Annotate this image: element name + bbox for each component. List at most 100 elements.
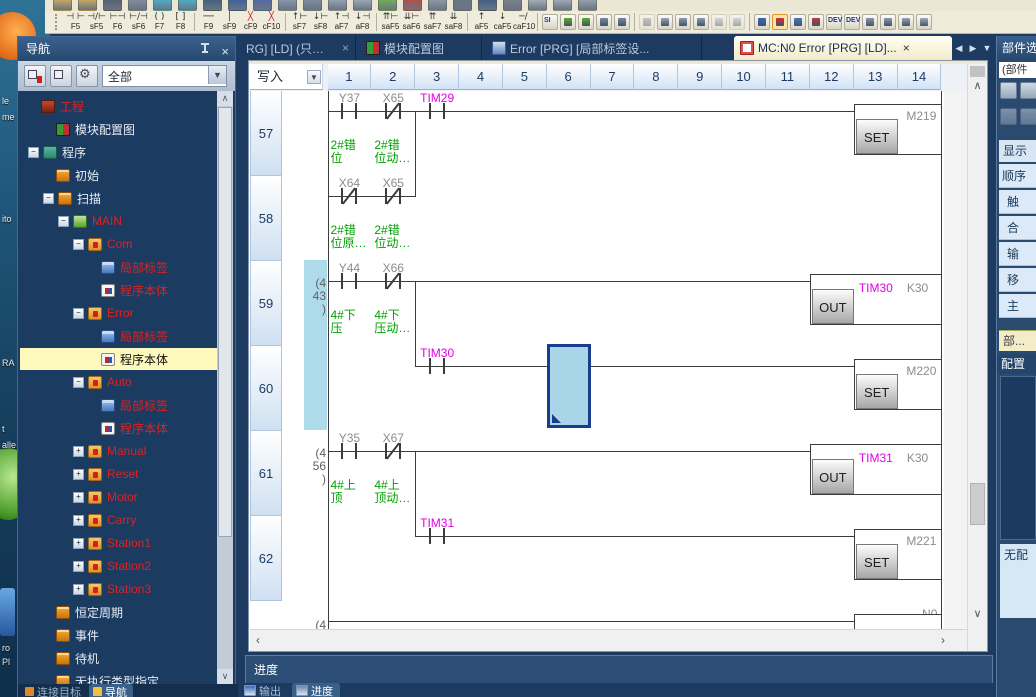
ladder-key-aF8[interactable]: ↓⊣aF8	[352, 11, 373, 33]
find-part-icon[interactable]	[1000, 82, 1017, 99]
edit-coil-icon[interactable]	[578, 14, 594, 30]
tree-item-待机[interactable]: 待机	[20, 647, 218, 669]
instruction-block-SET-M221[interactable]: SETM221	[854, 529, 943, 580]
tree-item-程序本体[interactable]: 程序本体	[20, 417, 218, 439]
window-cascade-icon[interactable]	[528, 0, 547, 11]
ladder-vertical-scrollbar[interactable]: ∧ ∨	[967, 64, 987, 651]
tree-item-工程[interactable]: 工程	[20, 95, 218, 117]
tree-item-事件[interactable]: 事件	[20, 624, 218, 646]
tree-item-Reset[interactable]: +Reset	[20, 463, 218, 485]
device-comment-icon[interactable]	[278, 0, 297, 11]
row-header-57[interactable]: 57	[250, 91, 282, 176]
collapse-icon[interactable]: −	[28, 147, 39, 158]
ladder-key-F9[interactable]: ──F9	[198, 11, 219, 33]
instruction-block-OUT-TIM31[interactable]: OUTTIM31K30	[810, 444, 943, 495]
toolbar-drag-handle[interactable]	[55, 14, 61, 30]
ladder-key-caF5[interactable]: ↓caF5	[492, 11, 513, 33]
ghost-icon[interactable]	[428, 0, 447, 11]
insert-row-icon[interactable]	[711, 14, 727, 30]
row-header-61[interactable]: 61	[250, 431, 282, 516]
column-header-3[interactable]: 3	[415, 64, 459, 90]
paste-icon[interactable]	[203, 0, 222, 11]
gear-icon[interactable]: ⚙	[76, 65, 98, 87]
tree-item-Manual[interactable]: +Manual	[20, 440, 218, 462]
ladder-key-F5[interactable]: ⊣ ⊢F5	[65, 11, 86, 33]
ladder-key-aF5[interactable]: ↑aF5	[471, 11, 492, 33]
open-project-icon[interactable]	[78, 0, 97, 11]
row-header-60[interactable]: 60	[250, 346, 282, 431]
part-category-顺序[interactable]: 顺序	[999, 164, 1036, 188]
edit-contact-icon[interactable]	[560, 14, 576, 30]
device-display-off-icon[interactable]: DEV	[844, 14, 860, 30]
tab-error-label[interactable]: Error [PRG] [局部标签设...	[486, 36, 702, 60]
column-header-7[interactable]: 7	[591, 64, 635, 90]
column-header-14[interactable]: 14	[898, 64, 942, 90]
favorite-star-icon[interactable]	[1000, 108, 1017, 125]
ladder-key-sF9[interactable]: │sF9	[219, 11, 240, 33]
expand-icon[interactable]: +	[73, 538, 84, 549]
part-category-触[interactable]: 触	[999, 190, 1036, 214]
close-icon[interactable]: ×	[342, 41, 349, 55]
close-icon[interactable]: ×	[903, 41, 910, 55]
row-header-62[interactable]: 62	[250, 516, 282, 601]
find-binocular-icon[interactable]	[478, 0, 497, 11]
tree-item-Auto[interactable]: −Auto	[20, 371, 218, 393]
column-header-11[interactable]: 11	[766, 64, 810, 90]
tree-item-恒定周期[interactable]: 恒定周期	[20, 601, 218, 623]
tree-item-局部标签[interactable]: 局部标签	[20, 394, 218, 416]
dropdown-arrow-icon[interactable]	[503, 0, 522, 11]
gear-icon[interactable]	[453, 0, 472, 11]
dock-tab-输出[interactable]: 输出	[240, 683, 288, 697]
column-header-4[interactable]: 4	[459, 64, 503, 90]
expand-icon[interactable]: +	[73, 469, 84, 480]
ladder-key-saF8[interactable]: ⇊saF8	[443, 11, 464, 33]
find-icon[interactable]	[675, 14, 691, 30]
vscrollbar-thumb[interactable]	[970, 483, 985, 525]
tab-mc-error[interactable]: MC:N0 Error [PRG] [LD]...×	[734, 36, 952, 60]
tree-item-Station2[interactable]: +Station2	[20, 555, 218, 577]
instruction-block-SET-M220[interactable]: SETM220	[854, 359, 943, 410]
expand-icon[interactable]: +	[73, 492, 84, 503]
device-check-icon[interactable]	[772, 14, 788, 30]
row-header-58[interactable]: 58	[250, 176, 282, 261]
save-project-icon[interactable]	[103, 0, 122, 11]
window-tile-icon[interactable]	[553, 0, 572, 11]
part-category-移[interactable]: 移	[999, 268, 1036, 292]
ladder-key-caF10[interactable]: ─/caF10	[513, 11, 534, 33]
statement-edit-icon[interactable]	[596, 14, 612, 30]
tree-scrollbar-thumb[interactable]	[218, 107, 232, 537]
convert-check-icon[interactable]	[378, 0, 397, 11]
tree-filter-dropdown[interactable]: 全部 ▼	[102, 65, 227, 87]
ladder-key-cF10[interactable]: ╳cF10	[261, 11, 282, 33]
tree-item-Error[interactable]: −Error	[20, 302, 218, 324]
statement-display-icon[interactable]	[880, 14, 896, 30]
cross-reference-icon[interactable]	[754, 14, 770, 30]
tree-item-扫描[interactable]: −扫描	[20, 187, 218, 209]
display-lines-icon[interactable]	[916, 14, 932, 30]
row-header-59[interactable]: 59	[250, 261, 282, 346]
scroll-down-icon[interactable]: ∨	[968, 607, 987, 620]
part-search-input[interactable]: (部件	[999, 62, 1036, 78]
parts-bottom-tab[interactable]: 部...	[999, 330, 1036, 351]
print-icon[interactable]	[128, 0, 147, 11]
ladder-key-F8[interactable]: [ ]F8	[170, 11, 191, 33]
tree-item-无执行类型指定[interactable]: 无执行类型指定	[20, 670, 218, 684]
ladder-horizontal-scrollbar[interactable]: ‹ ›	[250, 629, 967, 651]
delete-row-icon[interactable]	[729, 14, 745, 30]
tree-item-Motor[interactable]: +Motor	[20, 486, 218, 508]
ladder-key-saF7[interactable]: ⇈saF7	[422, 11, 443, 33]
ladder-canvas[interactable]: 575859606162Y372#错 位X652#错 位动…TIM29SETM2…	[250, 91, 967, 629]
column-header-2[interactable]: 2	[371, 64, 415, 90]
ladder-key-sF8[interactable]: ↓⊢sF8	[310, 11, 331, 33]
tab-scroll-left-icon[interactable]: ◀	[952, 36, 966, 60]
grid-icon[interactable]	[353, 0, 372, 11]
column-header-1[interactable]: 1	[328, 64, 372, 90]
scroll-right-icon[interactable]: ›	[941, 633, 945, 647]
table-icon[interactable]	[328, 0, 347, 11]
inline-st-icon[interactable]: SI	[542, 14, 558, 30]
part-category-输[interactable]: 输	[999, 242, 1036, 266]
ladder-key-sF7[interactable]: ↑⊢sF7	[289, 11, 310, 33]
part-category-主[interactable]: 主	[999, 294, 1036, 318]
instruction-block-OUT-TIM30[interactable]: OUTTIM30K30	[810, 274, 943, 325]
tree-expand-button[interactable]	[50, 65, 72, 87]
